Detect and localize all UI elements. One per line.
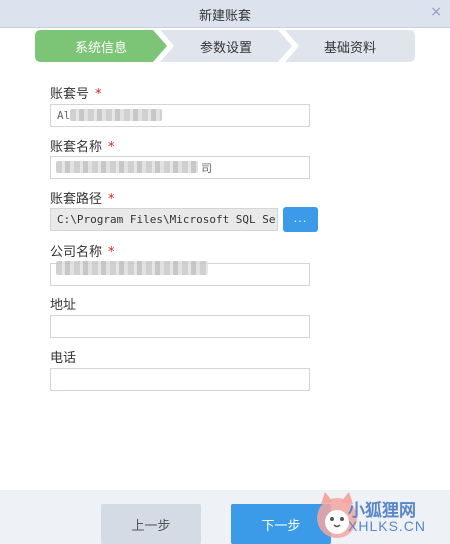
redacted-text xyxy=(56,261,208,275)
title-bar: 新建账套 × xyxy=(0,0,450,28)
redacted-text xyxy=(70,109,162,121)
required-marker: * xyxy=(95,87,102,102)
previous-step-button[interactable]: 上一步 xyxy=(101,504,201,544)
account-no-label-text: 账套号 xyxy=(50,87,90,102)
account-no-value: Al xyxy=(57,109,71,122)
company-name-label: 公司名称 * xyxy=(50,241,115,260)
step-basic-data[interactable]: 基础资料 xyxy=(285,30,415,62)
account-name-label-text: 账套名称 xyxy=(50,140,103,155)
step-system-info[interactable]: 系统信息 xyxy=(35,30,167,62)
step-wizard: 系统信息 参数设置 基础资料 xyxy=(0,30,450,64)
account-path-value: C:\Program Files\Microsoft SQL Serve xyxy=(57,213,278,226)
window-title: 新建账套 xyxy=(198,9,251,24)
phone-label-text: 电话 xyxy=(50,351,77,366)
step-parameter-settings[interactable]: 参数设置 xyxy=(160,30,292,62)
step-1-label: 系统信息 xyxy=(74,40,127,56)
required-marker: * xyxy=(108,245,115,260)
address-label-text: 地址 xyxy=(50,298,77,313)
account-path-label-text: 账套路径 xyxy=(50,192,103,207)
browse-button[interactable]: ... xyxy=(283,207,318,232)
phone-label: 电话 xyxy=(50,347,76,366)
required-marker: * xyxy=(108,140,115,155)
address-input[interactable] xyxy=(50,315,310,338)
account-name-label: 账套名称 * xyxy=(50,136,115,155)
account-no-label: 账套号 * xyxy=(50,83,102,102)
account-path-input[interactable]: C:\Program Files\Microsoft SQL Serve xyxy=(50,208,278,231)
account-path-label: 账套路径 * xyxy=(50,188,115,207)
close-icon[interactable]: × xyxy=(430,4,442,20)
step-3-label: 基础资料 xyxy=(323,40,376,56)
account-name-value-suffix: 司 xyxy=(201,162,212,175)
redacted-text xyxy=(56,161,198,173)
required-marker: * xyxy=(108,192,115,207)
address-label: 地址 xyxy=(50,294,76,313)
company-name-label-text: 公司名称 xyxy=(50,245,103,260)
watermark-text-en: XHLKS.CN xyxy=(348,518,427,534)
phone-input[interactable] xyxy=(50,368,310,391)
step-2-label: 参数设置 xyxy=(199,40,252,56)
